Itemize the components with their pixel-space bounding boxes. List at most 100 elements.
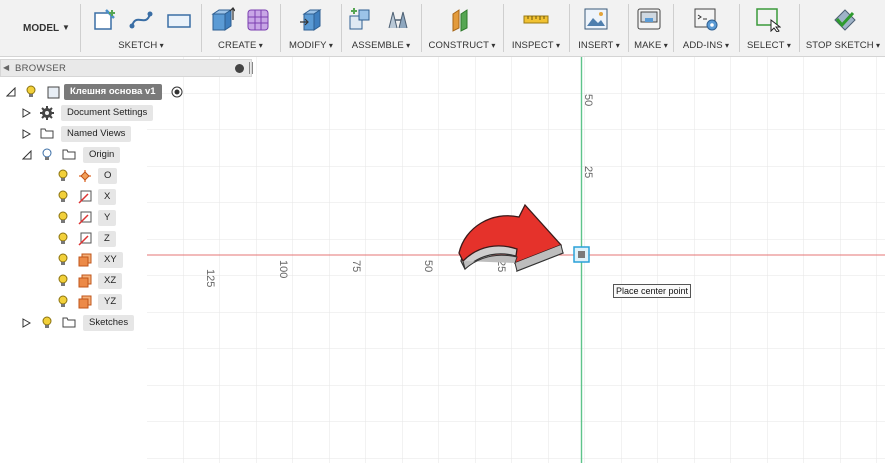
modify-group: MODIFY	[282, 0, 340, 56]
activate-radio-icon[interactable]	[171, 86, 183, 98]
collapse-icon[interactable]: ◀	[3, 63, 9, 72]
joint-icon[interactable]	[385, 6, 411, 32]
tree-row-named-views[interactable]: Named Views	[0, 125, 200, 143]
addins-group: ADD-INS	[675, 0, 737, 56]
ruler-x-50: 50	[422, 260, 434, 272]
tree-row-z-axis[interactable]: Z	[0, 230, 200, 248]
browser-title: BROWSER	[15, 63, 67, 74]
inspect-menu[interactable]: INSPECT	[505, 40, 567, 51]
tree-row-root[interactable]: Клешня основа v1	[0, 83, 200, 101]
stop-sketch-button[interactable]: STOP SKETCH	[801, 40, 885, 51]
measure-icon[interactable]	[523, 6, 549, 32]
visibility-bulb-icon[interactable]	[58, 295, 68, 308]
visibility-bulb-off-icon[interactable]	[42, 148, 52, 161]
tree-row-y-axis[interactable]: Y	[0, 209, 200, 227]
center-point-marker[interactable]	[573, 246, 590, 263]
expanded-triangle-icon[interactable]	[22, 150, 32, 160]
ruler-x-125: 125	[204, 269, 216, 287]
sketch-menu[interactable]: SKETCH	[82, 40, 200, 51]
panel-handle-icon[interactable]	[249, 62, 253, 74]
divider	[201, 4, 202, 52]
divider	[739, 4, 740, 52]
axis-icon	[78, 232, 92, 246]
press-pull-icon[interactable]	[298, 6, 324, 32]
tree-label: Z	[98, 231, 116, 247]
modify-menu[interactable]: MODIFY	[282, 40, 340, 51]
create-sketch-icon[interactable]	[92, 6, 118, 32]
tree-row-x-axis[interactable]: X	[0, 188, 200, 206]
sketch-group: SKETCH	[82, 0, 200, 56]
scripts-addins-icon[interactable]	[693, 6, 719, 32]
insert-image-icon[interactable]	[583, 6, 609, 32]
collapsed-triangle-icon[interactable]	[22, 129, 31, 139]
collapsed-triangle-icon[interactable]	[22, 108, 31, 118]
tree-row-xz-plane[interactable]: XZ	[0, 272, 200, 290]
divider	[673, 4, 674, 52]
select-icon[interactable]	[755, 6, 781, 32]
ruler-x-75: 75	[350, 260, 362, 272]
tree-label: Sketches	[83, 315, 135, 331]
extrude-icon[interactable]	[209, 6, 235, 32]
visibility-bulb-icon[interactable]	[42, 316, 52, 329]
new-component-icon[interactable]	[347, 6, 373, 32]
visibility-bulb-icon[interactable]	[58, 169, 68, 182]
folder-icon	[62, 149, 76, 160]
visibility-bulb-icon[interactable]	[26, 85, 36, 98]
divider	[341, 4, 342, 52]
axis-icon	[78, 190, 92, 204]
make-group: MAKE	[630, 0, 672, 56]
visibility-bulb-icon[interactable]	[58, 190, 68, 203]
gear-icon	[40, 106, 54, 120]
visibility-bulb-icon[interactable]	[58, 274, 68, 287]
divider	[569, 4, 570, 52]
select-menu[interactable]: SELECT	[741, 40, 797, 51]
form-icon[interactable]	[245, 6, 271, 32]
tree-row-yz-plane[interactable]: YZ	[0, 293, 200, 311]
ruler-y-50: 50	[582, 94, 594, 106]
assemble-menu[interactable]: ASSEMBLE	[343, 40, 419, 51]
rectangle-tool-icon[interactable]	[166, 6, 192, 32]
visibility-bulb-icon[interactable]	[58, 211, 68, 224]
stop-sketch-icon[interactable]	[831, 6, 857, 32]
tree-row-document-settings[interactable]: Document Settings	[0, 104, 200, 122]
construct-group: CONSTRUCT	[423, 0, 501, 56]
chevron-down-icon: ▼	[62, 23, 70, 32]
addins-menu[interactable]: ADD-INS	[675, 40, 737, 51]
create-menu[interactable]: CREATE	[203, 40, 278, 51]
assemble-group: ASSEMBLE	[343, 0, 419, 56]
insert-menu[interactable]: INSERT	[571, 40, 627, 51]
divider	[503, 4, 504, 52]
sketch-canvas[interactable]: 125 100 75 50 25 50 25	[147, 57, 885, 463]
tree-label: Document Settings	[61, 105, 154, 121]
divider	[799, 4, 800, 52]
collapsed-triangle-icon[interactable]	[22, 318, 31, 328]
construct-menu[interactable]: CONSTRUCT	[423, 40, 501, 51]
divider	[421, 4, 422, 52]
expanded-triangle-icon[interactable]	[6, 87, 16, 97]
divider	[628, 4, 629, 52]
axis-icon	[78, 211, 92, 225]
tree-label: X	[98, 189, 117, 205]
root-component-label[interactable]: Клешня основа v1	[64, 84, 162, 100]
divider	[80, 4, 81, 52]
ruler-y-25: 25	[582, 166, 594, 178]
origin-point-icon	[79, 170, 91, 182]
tree-row-origin-point[interactable]: O	[0, 167, 200, 185]
3d-print-icon[interactable]	[636, 6, 662, 32]
workspace-switcher[interactable]: MODEL ▼	[0, 0, 80, 56]
make-menu[interactable]: MAKE	[630, 40, 672, 51]
tree-row-xy-plane[interactable]: XY	[0, 251, 200, 269]
pin-icon[interactable]	[235, 64, 244, 73]
tree-row-sketches[interactable]: Sketches	[0, 314, 200, 332]
offset-plane-icon[interactable]	[449, 6, 475, 32]
tree-label: XZ	[98, 273, 123, 289]
select-group: SELECT	[741, 0, 797, 56]
stop-sketch-group: STOP SKETCH	[801, 0, 885, 56]
visibility-bulb-icon[interactable]	[58, 232, 68, 245]
browser-header[interactable]: ◀ BROWSER	[0, 59, 253, 77]
visibility-bulb-icon[interactable]	[58, 253, 68, 266]
line-tool-icon[interactable]	[128, 6, 154, 32]
tree-row-origin[interactable]: Origin	[0, 146, 200, 164]
inspect-group: INSPECT	[505, 0, 567, 56]
plane-icon	[78, 253, 92, 267]
